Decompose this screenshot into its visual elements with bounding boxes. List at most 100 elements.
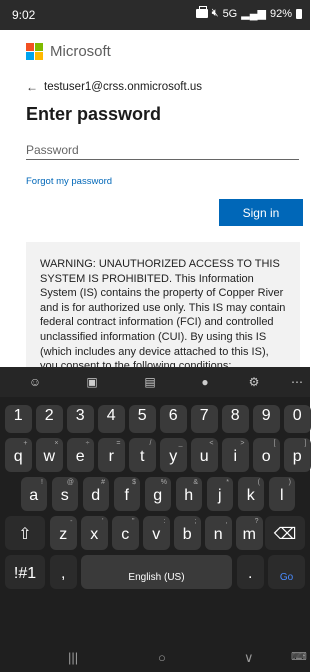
key-6[interactable]: 6 <box>160 405 187 433</box>
key-label: English (US) <box>128 572 185 583</box>
key-secondary-label: ; <box>194 518 197 525</box>
key-m[interactable]: ? m <box>236 516 263 550</box>
key-j[interactable]: * j <box>206 477 233 511</box>
keyboard-switch-icon[interactable]: ⌨ <box>291 650 307 663</box>
key-d[interactable]: # d <box>82 477 109 511</box>
page-title: Enter password <box>26 104 162 124</box>
key-secondary-label: ) <box>288 479 291 486</box>
key-label: 4 <box>106 407 116 424</box>
text-icon[interactable]: ▤ <box>141 373 159 391</box>
key-label: 8 <box>230 407 240 424</box>
key-7[interactable]: 7 <box>191 405 218 433</box>
key-secondary-label: [ <box>273 440 276 447</box>
home-icon[interactable]: ○ <box>158 650 166 665</box>
key-secondary-label: _ <box>178 440 183 447</box>
key-secondary-label: ' <box>102 518 104 525</box>
key-1[interactable]: 1 <box>5 405 32 433</box>
key-9[interactable]: 9 <box>253 405 280 433</box>
soft-keyboard: ☺ ▣ ▤ ● ⚙ ⋯ 1 2 3 4 5 6 7 8 9 0 + q × w ÷ e = r / t _ y < u > i[o… <box>0 367 311 672</box>
mute-icon: 🔇︎ <box>211 7 219 19</box>
back-arrow-icon[interactable]: ← <box>26 80 38 94</box>
shift-key[interactable]: ⇧ <box>5 516 45 550</box>
key-label: 2 <box>44 407 54 424</box>
key-label: n <box>213 526 223 543</box>
key-i[interactable]: > i <box>222 438 249 472</box>
settings-icon[interactable]: ⚙ <box>245 373 263 391</box>
key-2[interactable]: 2 <box>36 405 63 433</box>
symbols-key[interactable]: !#1 <box>5 555 45 589</box>
key-label: t <box>140 448 145 465</box>
key-3[interactable]: 3 <box>67 405 94 433</box>
clipboard-icon[interactable]: ▣ <box>83 373 101 391</box>
key-a[interactable]: ! a <box>20 477 47 511</box>
key-label: , <box>61 565 66 582</box>
key-label: m <box>242 526 256 543</box>
comma-key[interactable]: , <box>50 555 77 589</box>
key-label: p <box>292 448 302 465</box>
warning-text: WARNING: UNAUTHORIZED ACCESS TO THIS SYS… <box>40 258 286 372</box>
key-s[interactable]: @ s <box>51 477 78 511</box>
recents-icon[interactable]: ||| <box>68 650 78 665</box>
key-z[interactable]: -z <box>50 516 77 550</box>
key-label: Go <box>279 572 294 583</box>
account-row[interactable]: ← testuser1@crss.onmicrosoft.us <box>26 80 202 94</box>
key-label: f <box>124 487 129 504</box>
key-secondary-label: ( <box>257 479 260 486</box>
key-label: e <box>75 448 85 465</box>
forgot-password-link[interactable]: Forgot my password <box>26 176 112 187</box>
key-e[interactable]: ÷ e <box>67 438 94 472</box>
key-o[interactable]: [o <box>253 438 280 472</box>
status-time: 9:02 <box>12 8 36 22</box>
key-v[interactable]: :v <box>143 516 170 550</box>
key-l[interactable]: ) l <box>268 477 295 511</box>
mic-icon[interactable]: ● <box>196 373 214 391</box>
key-c[interactable]: " c <box>112 516 139 550</box>
key-r[interactable]: = r <box>98 438 125 472</box>
key-g[interactable]: % g <box>144 477 171 511</box>
key-label: ⇧ <box>18 526 32 543</box>
key-4[interactable]: 4 <box>98 405 125 433</box>
key-label: q <box>13 448 23 465</box>
key-secondary-label: " <box>132 518 135 525</box>
sign-in-button[interactable]: Sign in <box>219 199 303 226</box>
key-secondary-label: ? <box>254 518 259 525</box>
key-p[interactable]: ] p <box>284 438 311 472</box>
key-secondary-label: & <box>193 479 198 486</box>
key-label: o <box>261 448 271 465</box>
key-secondary-label: / <box>149 440 152 447</box>
key-u[interactable]: < u <box>191 438 218 472</box>
key-5[interactable]: 5 <box>129 405 156 433</box>
go-key[interactable]: Go <box>268 555 305 589</box>
navigation-bar: ||| ○ ∨ ⌨ <box>0 646 310 672</box>
emoji-icon[interactable]: ☺ <box>26 373 44 391</box>
key-f[interactable]: $ f <box>113 477 140 511</box>
key-label: a <box>29 487 39 504</box>
more-icon[interactable]: ⋯ <box>288 373 306 391</box>
period-key[interactable]: . <box>237 555 264 589</box>
space-key[interactable]: English (US) <box>81 555 232 589</box>
key-secondary-label: # <box>101 479 105 486</box>
key-w[interactable]: × w <box>36 438 63 472</box>
key-t[interactable]: / t <box>129 438 156 472</box>
key-label: u <box>199 448 209 465</box>
key-label: v <box>152 526 161 543</box>
key-k[interactable]: (k <box>237 477 264 511</box>
key-8[interactable]: 8 <box>222 405 249 433</box>
key-h[interactable]: & h <box>175 477 202 511</box>
backspace-key[interactable]: ⌫ <box>265 516 305 550</box>
password-field[interactable] <box>26 140 299 160</box>
key-0[interactable]: 0 <box>284 405 311 433</box>
key-q[interactable]: + q <box>5 438 32 472</box>
key-y[interactable]: _ y <box>160 438 187 472</box>
key-label: ⌫ <box>273 526 297 543</box>
key-label: . <box>248 565 253 582</box>
key-n[interactable]: ,n <box>205 516 232 550</box>
key-label: 7 <box>199 407 209 424</box>
back-icon[interactable]: ∨ <box>244 650 254 666</box>
key-x[interactable]: ' x <box>81 516 108 550</box>
microsoft-logo-icon <box>26 43 44 61</box>
key-label: z <box>59 526 68 543</box>
key-label: c <box>121 526 130 543</box>
key-b[interactable]: ; b <box>174 516 201 550</box>
key-secondary-label: ! <box>41 479 43 486</box>
